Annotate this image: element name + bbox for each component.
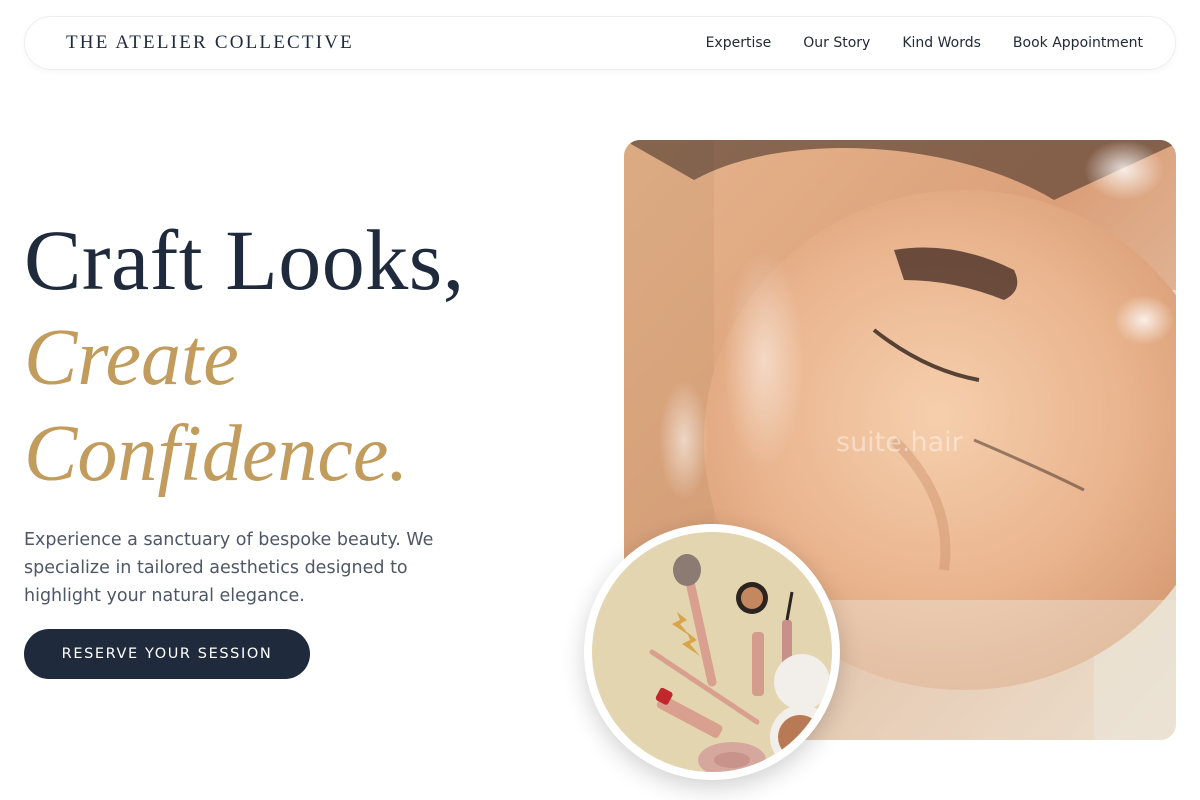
makeup-products-image [584,524,840,780]
nav-link-our-story[interactable]: Our Story [803,35,870,51]
image-watermark: suite.hair [836,427,963,458]
hero-description: Experience a sanctuary of bespoke beauty… [24,530,434,606]
hero-title-line2: Create [24,314,239,402]
reserve-session-button[interactable]: RESERVE YOUR SESSION [24,629,310,679]
nav-link-expertise[interactable]: Expertise [706,35,772,51]
top-navbar: THE ATELIER COLLECTIVE Expertise Our Sto… [24,16,1176,70]
brand-logo[interactable]: THE ATELIER COLLECTIVE [66,32,354,54]
hero-title: Craft Looks, Create Confidence. [24,210,465,502]
nav-link-kind-words[interactable]: Kind Words [902,35,981,51]
makeup-illustration [592,532,832,772]
makeup-products-inner [592,532,832,772]
hero-title-line1: Craft Looks, [24,212,465,308]
nav-link-book-appointment[interactable]: Book Appointment [1013,35,1143,51]
nav-links: Expertise Our Story Kind Words Book Appo… [706,35,1143,51]
hero-title-line3: Confidence. [24,410,409,498]
